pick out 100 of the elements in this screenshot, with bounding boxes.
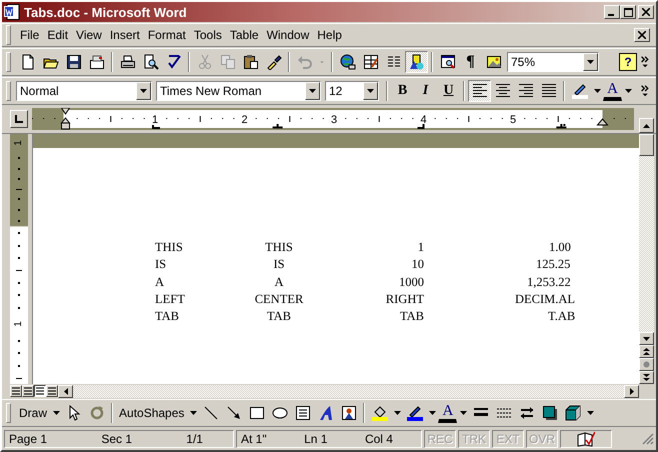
- shadow-icon[interactable]: [542, 405, 558, 421]
- menu-item[interactable]: Insert: [106, 26, 144, 44]
- web-view-button[interactable]: [22, 385, 34, 397]
- draw-menu-button[interactable]: Draw: [16, 402, 50, 424]
- maximize-button[interactable]: [620, 5, 636, 19]
- highlighter-icon[interactable]: [572, 83, 588, 99]
- show-hide-button[interactable]: ¶: [459, 51, 482, 73]
- ruler-number: 3: [330, 114, 338, 126]
- caret-icon[interactable]: [190, 411, 197, 415]
- left-tab-stop[interactable]: [152, 125, 160, 129]
- underline-button[interactable]: U: [437, 80, 460, 102]
- scroll-up-button[interactable]: [639, 118, 654, 133]
- caret-icon[interactable]: [460, 411, 467, 415]
- outline-view-button[interactable]: [46, 385, 58, 397]
- page-magnifier-icon[interactable]: [142, 54, 158, 70]
- picture-icon[interactable]: [486, 54, 502, 70]
- brush-icon[interactable]: [266, 54, 282, 70]
- globe-icon[interactable]: [340, 54, 356, 70]
- close-button[interactable]: [638, 5, 654, 19]
- scroll-left-button[interactable]: [58, 384, 73, 398]
- new-page-icon[interactable]: [20, 54, 36, 70]
- minimize-button[interactable]: [604, 5, 620, 19]
- right-tab-stop[interactable]: [418, 124, 424, 129]
- scroll-thumb[interactable]: [639, 134, 654, 156]
- align-right-icon[interactable]: [518, 83, 534, 99]
- align-left-icon[interactable]: [472, 83, 488, 99]
- clipboard-icon[interactable]: [242, 54, 258, 70]
- fill-color-icon[interactable]: [372, 405, 388, 421]
- tab-selector-button[interactable]: [10, 110, 28, 128]
- horizontal-ruler[interactable]: 1 2 3 4 5: [32, 108, 634, 130]
- drawing-shapes-icon[interactable]: [408, 54, 424, 70]
- scroll-right-button[interactable]: [624, 384, 639, 398]
- document-map-icon[interactable]: [440, 54, 456, 70]
- circle-icon: [643, 361, 650, 368]
- vertical-ruler[interactable]: 1 1: [10, 134, 28, 384]
- menu-item[interactable]: Format: [144, 26, 190, 44]
- caret-icon[interactable]: [52, 411, 60, 415]
- menu-item[interactable]: Window: [262, 26, 314, 44]
- close-document-button[interactable]: [634, 28, 650, 42]
- horizontal-scrollbar[interactable]: [73, 384, 624, 398]
- left-arrow-icon: [64, 388, 68, 394]
- 3d-cube-icon[interactable]: [564, 405, 581, 421]
- vertical-scrollbar[interactable]: [639, 134, 654, 384]
- font-color-button[interactable]: A: [603, 81, 622, 101]
- oval-icon[interactable]: [272, 405, 288, 421]
- document-page[interactable]: THIS THIS 1 1.00 IS IS 10 125.25 A A 1000 1,253.22 LEFT CENTER RIGHT DECIM.AL TAB TAB TAB T.AB: [33, 148, 639, 384]
- caret-icon[interactable]: [428, 411, 436, 415]
- caret-icon[interactable]: [367, 89, 374, 93]
- normal-view-button[interactable]: [10, 385, 22, 397]
- decimal-tab-stop[interactable]: [555, 123, 568, 128]
- align-justify-icon[interactable]: [540, 83, 556, 99]
- envelope-icon[interactable]: [88, 54, 104, 70]
- text-box-icon[interactable]: [294, 405, 311, 421]
- rotate-icon[interactable]: [88, 405, 105, 421]
- center-tab-stop[interactable]: [272, 123, 284, 128]
- italic-button[interactable]: I: [414, 80, 437, 102]
- font-color-button[interactable]: A: [438, 403, 458, 423]
- table-icon[interactable]: [362, 54, 378, 70]
- caret-icon[interactable]: [140, 89, 147, 93]
- resize-grip-icon[interactable]: [642, 433, 654, 445]
- indent-marker[interactable]: [60, 108, 71, 130]
- menu-item[interactable]: Tools: [190, 26, 226, 44]
- caret-icon[interactable]: [594, 89, 600, 93]
- autoshapes-menu-button[interactable]: AutoShapes: [116, 402, 188, 424]
- view-icon: [36, 387, 44, 395]
- clip-art-icon[interactable]: [340, 405, 357, 421]
- bold-button[interactable]: B: [391, 80, 414, 102]
- right-indent-marker[interactable]: [596, 118, 609, 126]
- caret-icon[interactable]: [587, 60, 594, 64]
- arrow-icon[interactable]: [226, 405, 242, 421]
- scroll-down-button[interactable]: [639, 332, 654, 345]
- menu-item[interactable]: Help: [313, 26, 346, 44]
- font-box[interactable]: Times New Roman: [156, 81, 321, 101]
- select-browse-object-button[interactable]: [639, 358, 654, 371]
- caret-icon[interactable]: [624, 89, 632, 93]
- menu-item[interactable]: File: [16, 26, 44, 44]
- font-size-box[interactable]: 12: [325, 81, 379, 101]
- menu-item[interactable]: Edit: [43, 26, 72, 44]
- menu-item[interactable]: View: [72, 26, 106, 44]
- next-page-button[interactable]: [639, 371, 654, 384]
- arrow-style-icon[interactable]: [518, 405, 535, 421]
- document-text: RIGHT: [386, 292, 424, 306]
- zoom-box[interactable]: 75%: [507, 52, 599, 72]
- help-button[interactable]: ?: [619, 53, 637, 71]
- print-view-button[interactable]: [34, 385, 46, 397]
- spelling-check-icon[interactable]: [166, 54, 182, 70]
- menu-item[interactable]: Table: [226, 26, 263, 44]
- line-icon[interactable]: [202, 405, 219, 421]
- align-center-icon[interactable]: [494, 83, 510, 99]
- style-box[interactable]: Normal: [16, 81, 152, 101]
- caret-icon[interactable]: [586, 411, 594, 415]
- caret-icon[interactable]: [394, 411, 401, 415]
- caret-icon[interactable]: [643, 336, 650, 340]
- caret-icon[interactable]: [643, 124, 650, 128]
- line-color-icon[interactable]: [406, 405, 423, 421]
- previous-page-button[interactable]: [639, 345, 654, 358]
- printer-icon[interactable]: [120, 54, 136, 70]
- wordart-icon[interactable]: [318, 405, 334, 421]
- caret-icon[interactable]: [309, 89, 316, 93]
- rectangle-icon[interactable]: [248, 405, 265, 421]
